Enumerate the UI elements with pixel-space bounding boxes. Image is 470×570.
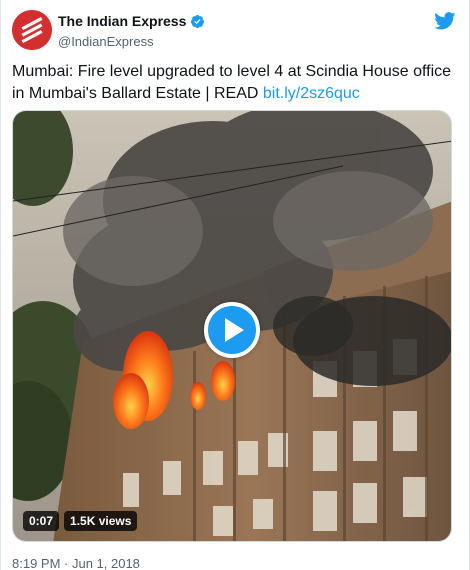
indian-express-logo-icon: [12, 10, 52, 50]
verified-badge-icon: [191, 14, 205, 28]
video-player[interactable]: 0:07 1.5K views: [12, 110, 452, 542]
avatar[interactable]: [12, 10, 52, 50]
tweet-header: The Indian Express @IndianExpress: [12, 9, 459, 53]
tweet-card: The Indian Express @IndianExpress Mumbai…: [0, 0, 470, 570]
author-info: The Indian Express @IndianExpress: [58, 12, 205, 49]
video-badges: 0:07 1.5K views: [23, 511, 138, 531]
tweet-text: Mumbai: Fire level upgraded to level 4 a…: [12, 61, 452, 105]
play-icon: [225, 318, 244, 342]
video-views: 1.5K views: [64, 511, 138, 531]
tweet-link[interactable]: bit.ly/2sz6quc: [263, 85, 360, 102]
play-button[interactable]: [204, 302, 260, 358]
author-handle[interactable]: @IndianExpress: [58, 34, 205, 49]
tweet-timestamp[interactable]: 8:19 PM · Jun 1, 2018: [12, 556, 140, 570]
author-name[interactable]: The Indian Express: [58, 13, 186, 29]
video-duration: 0:07: [23, 511, 60, 531]
twitter-bird-icon[interactable]: [434, 12, 456, 30]
tweet-body: Mumbai: Fire level upgraded to level 4 a…: [12, 63, 452, 102]
